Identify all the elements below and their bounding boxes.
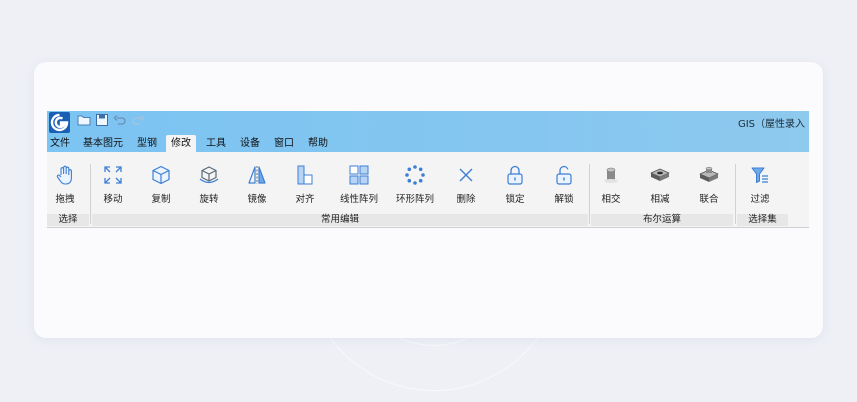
lock-icon — [507, 165, 523, 185]
subtract-icon — [650, 168, 670, 181]
filter-label: 过滤 — [750, 194, 770, 205]
filter-icon — [751, 167, 768, 183]
rotate-icon — [199, 166, 219, 184]
subtract-button[interactable]: 相减 — [638, 164, 682, 205]
circular-array-icon — [405, 165, 425, 185]
menu-steel-section[interactable]: 型钢 — [135, 135, 159, 152]
group-label-selection-set: 选择集 — [737, 214, 788, 226]
lock-label: 锁定 — [505, 194, 525, 205]
move-button[interactable]: 移动 — [91, 164, 135, 205]
unlock-label: 解锁 — [554, 194, 574, 205]
filter-button[interactable]: 过滤 — [738, 164, 782, 205]
intersect-label: 相交 — [601, 194, 621, 205]
move-label: 移动 — [103, 194, 123, 205]
linear-array-label: 线性阵列 — [339, 194, 378, 205]
copy-icon — [152, 165, 170, 185]
window-title: GIS（屋性录入 — [737, 119, 805, 130]
copy-label: 复制 — [151, 194, 171, 205]
menu-equipment[interactable]: 设备 — [238, 135, 262, 152]
group-label-common-edit: 常用编辑 — [92, 214, 588, 226]
rotate-label: 旋转 — [199, 194, 219, 205]
mirror-button[interactable]: 镜像 — [235, 164, 279, 205]
folder-icon[interactable] — [77, 113, 91, 127]
group-label-select: 选择 — [47, 214, 89, 226]
group-separator — [735, 164, 736, 224]
unlock-button[interactable]: 解锁 — [542, 164, 586, 205]
menu-help[interactable]: 帮助 — [306, 135, 330, 152]
ribbon-modify: 拖拽 移动 复制 旋转 镜像 对齐 线性阵列 环形阵列 删除 锁定 解锁 相交 … — [47, 152, 809, 228]
move-icon — [104, 166, 122, 184]
copy-button[interactable]: 复制 — [139, 164, 183, 205]
circular-array-label: 环形阵列 — [395, 194, 434, 205]
align-label: 对齐 — [295, 194, 315, 205]
delete-button[interactable]: 删除 — [444, 164, 488, 205]
union-button[interactable]: 联合 — [687, 164, 731, 205]
menu-window[interactable]: 窗口 — [272, 135, 296, 152]
linear-array-button[interactable]: 线性阵列 — [336, 164, 382, 205]
rotate-button[interactable]: 旋转 — [187, 164, 231, 205]
menu-file[interactable]: 文件 — [48, 135, 72, 152]
undo-icon[interactable] — [113, 113, 127, 127]
circular-array-button[interactable]: 环形阵列 — [392, 164, 438, 205]
title-bar: GIS（屋性录入 — [47, 111, 809, 135]
mirror-icon — [248, 166, 266, 184]
align-icon — [297, 165, 313, 185]
align-button[interactable]: 对齐 — [283, 164, 327, 205]
app-logo-icon — [49, 112, 70, 133]
linear-array-icon — [349, 165, 369, 185]
drag-hand-icon — [56, 165, 72, 185]
group-label-boolean: 布尔运算 — [591, 214, 733, 226]
menu-basic-elements[interactable]: 基本图元 — [81, 135, 125, 152]
delete-label: 删除 — [456, 194, 476, 205]
menu-modify[interactable]: 修改 — [166, 135, 196, 152]
unlock-icon — [556, 165, 572, 185]
union-icon — [699, 166, 719, 182]
intersect-icon — [604, 167, 618, 183]
save-icon[interactable] — [95, 113, 109, 127]
mirror-label: 镜像 — [247, 194, 267, 205]
union-label: 联合 — [699, 194, 719, 205]
app-window: GIS（屋性录入 文件 基本图元 型钢 修改 工具 设备 窗口 帮助 拖拽 移动… — [47, 111, 809, 228]
subtract-label: 相减 — [650, 194, 670, 205]
intersect-button[interactable]: 相交 — [589, 164, 633, 205]
delete-icon — [459, 168, 473, 182]
drag-button[interactable]: 拖拽 — [43, 164, 87, 205]
redo-icon[interactable] — [131, 113, 145, 127]
menu-tools[interactable]: 工具 — [204, 135, 228, 152]
lock-button[interactable]: 锁定 — [493, 164, 537, 205]
ribbon-bottom-border — [47, 227, 809, 228]
drag-label: 拖拽 — [55, 194, 75, 205]
menu-bar: 文件 基本图元 型钢 修改 工具 设备 窗口 帮助 — [47, 135, 809, 152]
